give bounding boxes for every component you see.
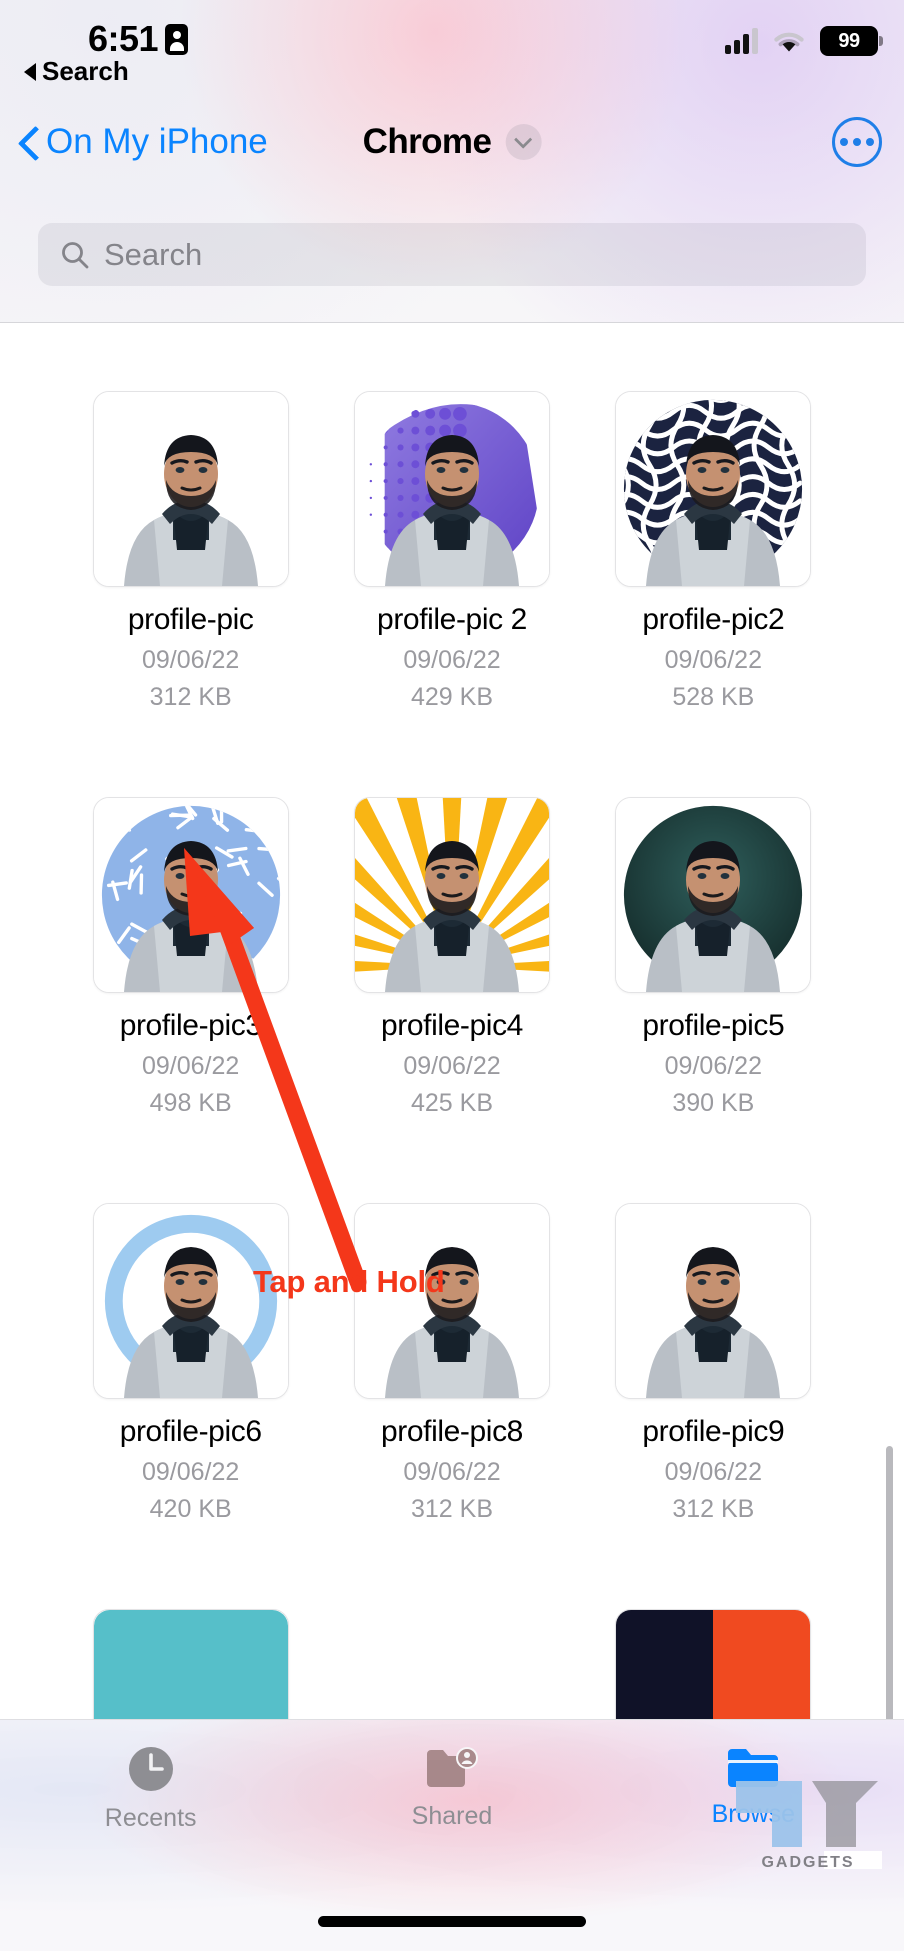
file-grid-item[interactable]: profile-pic 09/06/22 312 KB: [60, 391, 321, 712]
vertical-scrollbar[interactable]: [886, 1446, 893, 1720]
file-thumbnail[interactable]: [615, 1609, 812, 1720]
wifi-icon: [774, 32, 804, 52]
file-grid-scroll-area[interactable]: profile-pic 09/06/22 312 KB profile-pic …: [0, 324, 904, 1720]
person-photo: [123, 435, 258, 586]
file-name: profile-pic6: [119, 1415, 262, 1448]
battery-indicator: 99: [820, 26, 883, 56]
more-options-button[interactable]: [832, 117, 882, 167]
search-icon: [62, 241, 89, 268]
file-thumbnail[interactable]: [353, 391, 550, 587]
tap-and-hold-annotation: Tap and Hold: [253, 1264, 445, 1299]
partial-thumbnail-background: [616, 1610, 811, 1720]
back-to-search-label: Search: [42, 56, 129, 86]
cellular-signal-icon: [725, 28, 758, 54]
file-date: 09/06/22: [403, 646, 501, 674]
file-size: 420 KB: [149, 1495, 232, 1523]
file-grid-item-partial[interactable]: [60, 1609, 321, 1720]
navigation-bar: On My iPhone Chrome: [0, 104, 904, 180]
file-grid-item[interactable]: profile-pic 2 09/06/22 429 KB: [321, 391, 582, 712]
arrow-up-left-icon: [184, 848, 367, 1290]
chevron-left-icon: [20, 127, 38, 157]
person-photo: [384, 1247, 519, 1398]
file-date: 09/06/22: [403, 1052, 501, 1080]
tab-shared[interactable]: Shared: [301, 1744, 602, 1833]
file-name: profile-pic: [127, 603, 254, 636]
back-to-search-link[interactable]: Search: [24, 56, 129, 87]
person-photo: [646, 1247, 781, 1398]
file-date: 09/06/22: [142, 1458, 240, 1486]
shared-folder-icon: [426, 1747, 478, 1787]
file-grid-item-partial[interactable]: [583, 1609, 844, 1720]
page-title: Chrome: [362, 122, 492, 161]
file-size: 429 KB: [410, 683, 493, 711]
status-time-group: 6:51: [88, 18, 189, 59]
file-name: profile-pic5: [642, 1009, 785, 1042]
file-name: profile-pic2: [642, 603, 785, 636]
file-size: 312 KB: [410, 1495, 493, 1523]
file-thumbnail[interactable]: [353, 1203, 550, 1399]
file-thumbnail[interactable]: [353, 797, 550, 993]
file-date: 09/06/22: [664, 1458, 762, 1486]
search-placeholder: Search: [104, 236, 203, 272]
file-thumbnail[interactable]: [615, 1203, 812, 1399]
file-date: 09/06/22: [142, 646, 240, 674]
tab-label: Shared: [411, 1802, 493, 1830]
person-photo: [646, 435, 781, 586]
file-thumbnail[interactable]: [92, 391, 289, 587]
file-size: 425 KB: [410, 1089, 493, 1117]
iphone-files-app-screen: 6:51 Search 99 On My iPhone Chrome Searc…: [0, 0, 904, 1951]
file-date: 09/06/22: [403, 1458, 501, 1486]
clock-icon: [128, 1747, 173, 1791]
file-grid-item[interactable]: profile-pic5 09/06/22 390 KB: [583, 797, 844, 1118]
file-thumbnail[interactable]: [615, 797, 812, 993]
file-grid-item[interactable]: profile-pic2 09/06/22 528 KB: [583, 391, 844, 712]
gadgets-watermark: GADGETS: [736, 1781, 882, 1871]
svg-text:GADGETS: GADGETS: [761, 1854, 854, 1871]
file-grid-item-partial[interactable]: [321, 1609, 582, 1720]
top-chrome: 6:51 Search 99 On My iPhone Chrome Searc…: [0, 0, 904, 323]
person-photo: [384, 435, 519, 586]
status-time: 6:51: [88, 18, 159, 59]
file-size: 528 KB: [672, 683, 755, 711]
file-name: profile-pic4: [381, 1009, 523, 1042]
back-button-label: On My iPhone: [46, 122, 268, 161]
file-name: profile-pic8: [381, 1415, 523, 1448]
home-indicator[interactable]: [318, 1916, 586, 1927]
search-input[interactable]: Search: [38, 223, 866, 286]
file-grid: profile-pic 09/06/22 312 KB profile-pic …: [0, 324, 904, 1720]
chevron-down-icon[interactable]: [505, 124, 542, 160]
person-photo: [646, 841, 781, 992]
tab-label: Recents: [104, 1804, 197, 1832]
status-bar: 6:51 Search 99: [0, 0, 904, 104]
file-size: 390 KB: [672, 1089, 755, 1117]
file-name: profile-pic 2: [377, 603, 527, 636]
tab-recents[interactable]: Recents: [0, 1744, 301, 1833]
partial-thumbnail-background: [93, 1610, 288, 1720]
battery-percent: 99: [838, 29, 860, 52]
file-name: profile-pic9: [642, 1415, 785, 1448]
file-grid-item[interactable]: profile-pic9 09/06/22 312 KB: [583, 1203, 844, 1524]
file-thumbnail[interactable]: [615, 391, 812, 587]
file-date: 09/06/22: [664, 1052, 762, 1080]
file-size: 312 KB: [149, 683, 232, 711]
file-thumbnail[interactable]: [92, 1609, 289, 1720]
file-date: 09/06/22: [664, 646, 762, 674]
back-button[interactable]: On My iPhone: [20, 122, 268, 162]
id-badge-icon: [165, 23, 189, 55]
title-group[interactable]: Chrome: [363, 122, 542, 162]
triangle-left-icon: [24, 62, 36, 81]
file-size: 312 KB: [672, 1495, 755, 1523]
person-photo: [384, 841, 519, 992]
status-indicators: 99: [725, 26, 883, 56]
